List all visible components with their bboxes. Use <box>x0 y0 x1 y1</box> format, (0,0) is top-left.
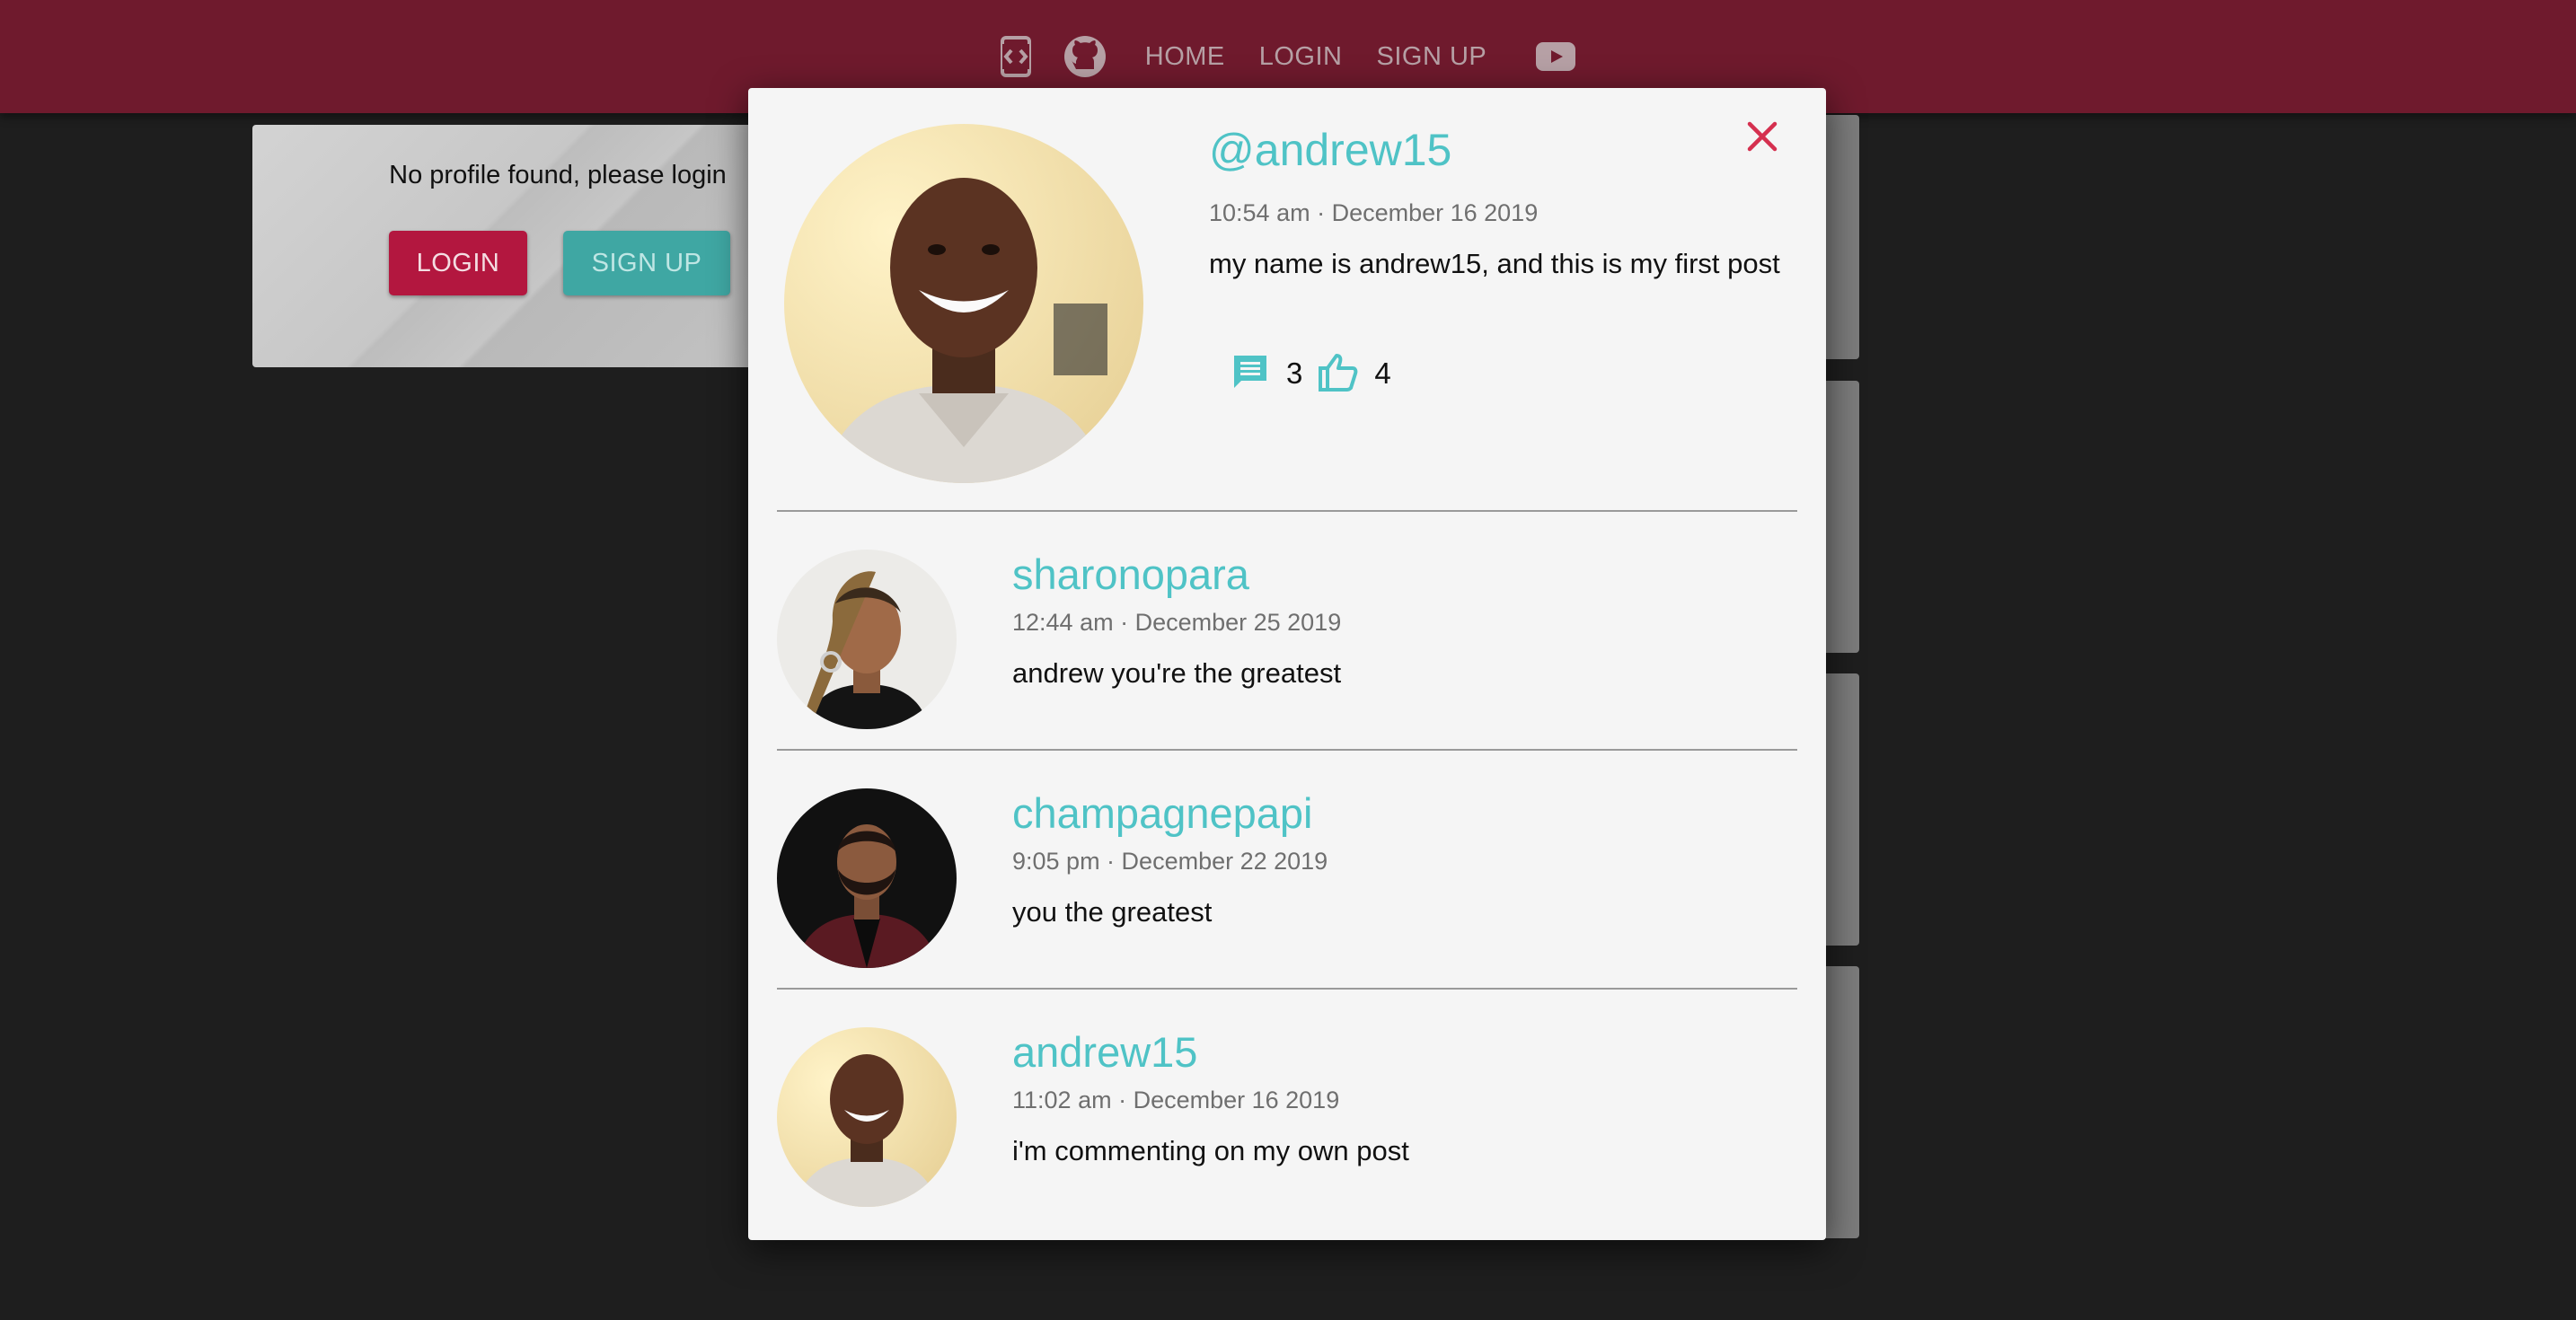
comment-timestamp: 12:44 am · December 25 2019 <box>1012 609 1342 636</box>
comment-username[interactable]: sharonopara <box>1012 550 1249 599</box>
profile-card: No profile found, please login LOGIN SIG… <box>252 125 755 367</box>
comment-avatar[interactable] <box>777 1027 957 1207</box>
post-timestamp: 10:54 am · December 16 2019 <box>1209 199 1539 226</box>
comment-icon[interactable] <box>1231 352 1270 396</box>
post-author-avatar[interactable] <box>784 124 1143 483</box>
like-icon[interactable] <box>1317 352 1358 396</box>
comment-item: sharonopara 12:44 am · December 25 2019 … <box>777 510 1797 729</box>
close-icon[interactable] <box>1741 115 1784 158</box>
like-count: 4 <box>1374 356 1391 390</box>
comment-avatar[interactable] <box>777 788 957 968</box>
comment-timestamp: 9:05 pm · December 22 2019 <box>1012 848 1328 875</box>
comment-avatar[interactable] <box>777 550 957 729</box>
comment-text: you the greatest <box>1012 896 1213 928</box>
comment-count: 3 <box>1286 356 1303 390</box>
comment-username[interactable]: andrew15 <box>1012 1027 1197 1077</box>
post-stats: 3 4 <box>1231 348 1413 399</box>
signup-button[interactable]: SIGN UP <box>563 231 730 295</box>
post-author-handle[interactable]: @andrew15 <box>1209 124 1451 176</box>
comment-item: andrew15 11:02 am · December 16 2019 i'm… <box>777 988 1797 1207</box>
comment-text: andrew you're the greatest <box>1012 657 1342 689</box>
comment-item: champagnepapi 9:05 pm · December 22 2019… <box>777 749 1797 968</box>
comment-timestamp: 11:02 am · December 16 2019 <box>1012 1087 1340 1113</box>
login-button[interactable]: LOGIN <box>389 231 527 295</box>
post-body: my name is andrew15, and this is my firs… <box>1209 248 1780 279</box>
comment-text: i'm commenting on my own post <box>1012 1135 1409 1166</box>
post-dialog: @andrew15 10:54 am · December 16 2019 my… <box>748 88 1826 1240</box>
comment-username[interactable]: champagnepapi <box>1012 788 1313 838</box>
